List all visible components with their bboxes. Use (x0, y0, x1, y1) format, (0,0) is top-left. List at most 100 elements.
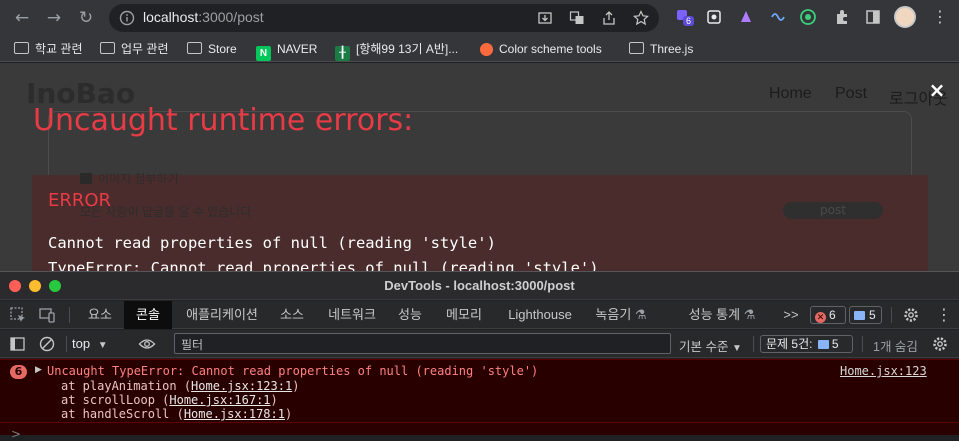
issues-count: 5 (831, 337, 839, 351)
tab-lighthouse[interactable]: Lighthouse (500, 301, 580, 329)
tab-application[interactable]: 애플리케이션 (178, 301, 266, 329)
page-viewport: InoBao Home Post 로그아웃 이미지 첨부하기 모든 사람이 답글… (0, 63, 959, 271)
share-icon[interactable] (601, 10, 617, 26)
stack-end: ) (270, 393, 278, 407)
tab-sources[interactable]: 소스 (272, 301, 312, 329)
nav-post[interactable]: Post (835, 85, 867, 103)
site-info-icon[interactable] (119, 10, 135, 26)
sidebar-toggle-icon[interactable] (9, 335, 27, 353)
error-overlay-title: Uncaught runtime errors: (33, 103, 414, 138)
devtools-window: DevTools - localhost:3000/post 요소 콘솔 애플리… (0, 271, 959, 441)
toolbar-divider (66, 336, 67, 352)
console-filter[interactable] (174, 333, 671, 355)
console-toolbar: top ▼ 기본 수준 ▼ 문제 5건: 5 1개 숨김 (0, 330, 959, 358)
back-button[interactable]: ← (10, 6, 34, 30)
bookmark-work[interactable]: 업무 관련 (100, 40, 169, 58)
stack-location-link[interactable]: Home.jsx:123:1 (191, 379, 292, 393)
extension-badge-count: 6 (683, 16, 695, 26)
extensions-puzzle-icon[interactable] (833, 8, 851, 26)
screenshot-extension-icon[interactable] (705, 8, 723, 26)
bookmark-hanghae[interactable]: ╂ [항해99 13기 A반]... (335, 40, 458, 61)
close-icon[interactable]: × (928, 80, 946, 100)
bookmark-star-icon[interactable] (633, 10, 649, 26)
console-output: 6 ▶ Uncaught TypeError: Cannot read prop… (0, 359, 959, 441)
tab-recorder-label: 녹음기 (595, 307, 632, 322)
tab-divider (891, 307, 892, 323)
bookmark-naver[interactable]: N NAVER (256, 40, 318, 61)
image-icon (80, 173, 92, 184)
context-select[interactable]: top ▼ (72, 335, 108, 353)
color-extension-icon[interactable] (737, 8, 755, 26)
bookmark-label: NAVER (277, 42, 318, 56)
device-toolbar-icon[interactable] (38, 306, 56, 324)
profile-avatar[interactable] (894, 6, 916, 28)
toolbar-divider (862, 336, 863, 352)
source-link[interactable]: Home.jsx:123 (840, 364, 927, 378)
message-count: 5 (869, 308, 876, 322)
error-circle-icon: ✕ (815, 312, 826, 323)
tab-memory[interactable]: 메모리 (438, 301, 490, 329)
more-tabs-button[interactable]: >> (780, 301, 802, 329)
filter-input[interactable] (175, 335, 670, 355)
browser-menu-icon[interactable]: ⋮ (932, 6, 948, 28)
settings-gear-icon[interactable] (902, 306, 920, 324)
bookmark-color-scheme[interactable]: Color scheme tools (480, 40, 602, 58)
post-button[interactable]: post (783, 202, 883, 219)
nav-home[interactable]: Home (769, 85, 812, 103)
bookmark-label: Color scheme tools (499, 42, 602, 56)
inspect-element-icon[interactable] (9, 306, 27, 324)
attach-image-label: 이미지 첨부하기 (98, 172, 179, 186)
flask-icon: ⚗ (743, 307, 756, 322)
tab-recorder[interactable]: 녹음기 ⚗ (590, 301, 652, 329)
target-extension-icon[interactable] (799, 8, 817, 26)
bookmarks-bar: 학교 관련 업무 관련 Store N NAVER ╂ [항해99 13기 A반].… (0, 36, 959, 62)
tab-console[interactable]: 콘솔 (124, 301, 172, 329)
bookmark-school[interactable]: 학교 관련 (14, 40, 83, 58)
console-settings-gear-icon[interactable] (931, 335, 949, 353)
console-prompt[interactable]: > (11, 427, 21, 441)
tab-elements[interactable]: 요소 (80, 301, 120, 329)
stack-fn: at playAnimation ( (61, 379, 192, 393)
address-bar[interactable]: localhost:3000/post (109, 4, 659, 32)
folder-icon (14, 42, 29, 54)
tab-performance-insights[interactable]: 성능 통계 ⚗ (680, 301, 764, 329)
bookmark-threejs[interactable]: Three.js (629, 40, 693, 58)
clear-console-icon[interactable] (38, 335, 56, 353)
live-expression-eye-icon[interactable] (138, 335, 156, 353)
devtools-title: DevTools - localhost:3000/post (384, 278, 575, 293)
devtools-menu-icon[interactable]: ⋮ (936, 305, 952, 325)
expand-triangle-icon[interactable]: ▶ (35, 365, 42, 375)
attach-image[interactable]: 이미지 첨부하기 (80, 170, 179, 187)
install-app-icon[interactable] (537, 10, 553, 26)
log-level-select[interactable]: 기본 수준 ▼ (679, 336, 742, 355)
tab-network[interactable]: 네트워크 (320, 301, 384, 329)
extension-badge-icon[interactable]: 6 (675, 8, 695, 26)
side-panel-icon[interactable] (864, 8, 882, 26)
tab-performance[interactable]: 성능 (390, 301, 430, 329)
translate-icon[interactable] (569, 10, 585, 26)
bookmark-label: 업무 관련 (121, 42, 169, 56)
stack-frame: at scrollLoop (Home.jsx:167:1) (61, 393, 278, 407)
forward-button[interactable]: → (42, 6, 66, 30)
error-message-background (32, 175, 928, 271)
reload-button[interactable]: ↻ (74, 6, 98, 30)
url-host: localhost (143, 9, 199, 25)
issues-button[interactable]: 문제 5건: 5 (760, 335, 853, 353)
error-count-badge[interactable]: ✕ 6 (810, 306, 846, 324)
console-error-entry[interactable]: 6 ▶ Uncaught TypeError: Cannot read prop… (0, 359, 959, 423)
wave-extension-icon[interactable] (769, 8, 787, 26)
context-value: top (72, 336, 91, 351)
stack-location-link[interactable]: Home.jsx:167:1 (169, 393, 270, 407)
bookmark-label: 학교 관련 (35, 42, 83, 56)
stack-location-link[interactable]: Home.jsx:178:1 (184, 407, 285, 421)
folder-icon (187, 42, 202, 54)
message-count-badge[interactable]: 5 (849, 306, 882, 324)
tab-performance-insights-label: 성능 통계 (688, 307, 741, 322)
error-message-line: Uncaught TypeError: Cannot read properti… (47, 364, 539, 378)
stack-fn: at handleScroll ( (61, 407, 184, 421)
url-text[interactable]: localhost:3000/post (143, 9, 264, 25)
stack-frame: at handleScroll (Home.jsx:178:1) (61, 407, 292, 421)
stack-end: ) (292, 379, 300, 393)
error-stack-first-line: TypeError: Cannot read properties of nul… (48, 259, 599, 271)
bookmark-store[interactable]: Store (187, 40, 237, 58)
